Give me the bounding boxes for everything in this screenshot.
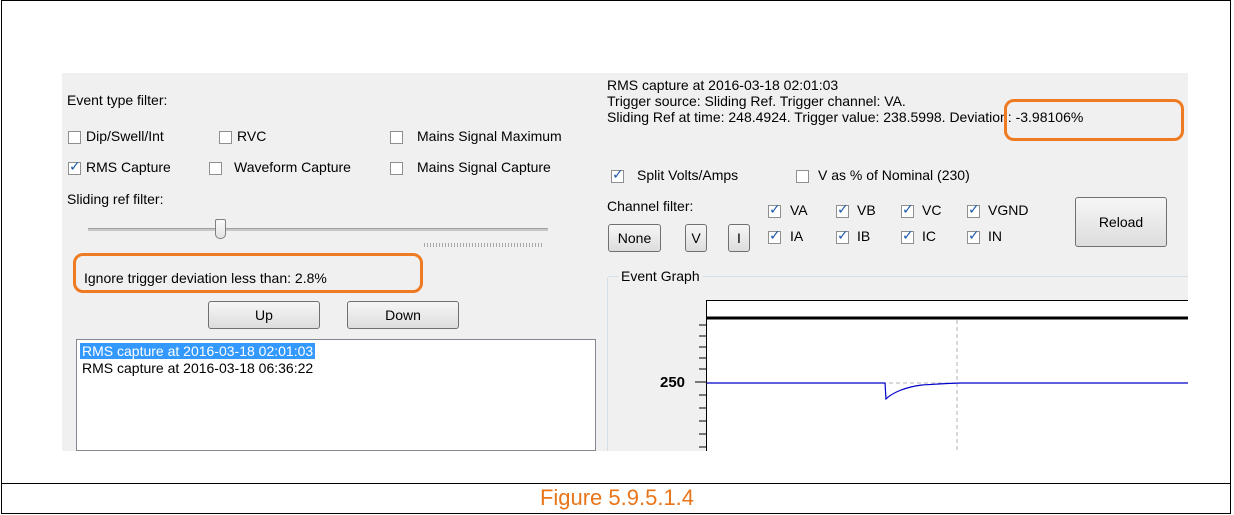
split-volts-amps-label: Split Volts/Amps	[637, 167, 739, 183]
deviation-highlight	[1004, 99, 1184, 141]
down-button[interactable]: Down	[347, 301, 459, 329]
v-button[interactable]: V	[685, 224, 707, 252]
frame-divider	[1, 483, 1231, 484]
channel-vb-label: VB	[857, 202, 876, 218]
event-graph-canvas	[707, 316, 1188, 451]
channel-filter-label: Channel filter:	[607, 198, 694, 214]
v-percent-nominal-checkbox[interactable]	[796, 170, 809, 183]
sliding-ref-filter-label: Sliding ref filter:	[67, 191, 164, 207]
rvc-checkbox[interactable]	[219, 131, 232, 144]
waveform-capture-checkbox[interactable]	[209, 162, 222, 175]
channel-ia-label: IA	[790, 228, 804, 244]
dip-swell-int-label: Dip/Swell/Int	[86, 128, 164, 144]
figure-caption: Figure 5.9.5.1.4	[539, 485, 695, 510]
sliding-ref-slider-track[interactable]	[88, 228, 548, 231]
channel-va-checkbox[interactable]	[768, 202, 781, 218]
channel-vgnd-label: VGND	[988, 202, 1029, 218]
y-axis-ticks	[695, 324, 706, 448]
ignore-deviation-highlight	[73, 253, 423, 293]
none-button[interactable]: None	[608, 224, 661, 252]
channel-in-checkbox[interactable]	[967, 228, 980, 244]
channel-ic-checkbox[interactable]	[901, 228, 914, 244]
capture-info-line-2: Trigger source: Sliding Ref. Trigger cha…	[607, 93, 906, 109]
slider-ticks	[424, 243, 542, 247]
y-tick-label-250: 250	[660, 374, 686, 391]
rms-capture-label: RMS Capture	[86, 159, 171, 175]
channel-in-label: IN	[988, 228, 1002, 244]
waveform-capture-label: Waveform Capture	[234, 159, 351, 175]
rvc-label: RVC	[237, 128, 267, 144]
mains-signal-maximum-label: Mains Signal Maximum	[417, 128, 562, 144]
channel-vc-checkbox[interactable]	[901, 202, 914, 218]
mains-signal-capture-checkbox[interactable]	[390, 162, 403, 175]
reload-button[interactable]: Reload	[1075, 197, 1167, 247]
capture-info-line-1: RMS capture at 2016-03-18 02:01:03	[607, 77, 839, 93]
event-graph[interactable]	[706, 300, 1188, 451]
event-list[interactable]: RMS capture at 2016-03-18 02:01:03 RMS c…	[76, 339, 596, 451]
channel-vgnd-checkbox[interactable]	[967, 202, 980, 218]
channel-va-label: VA	[790, 202, 808, 218]
sliding-ref-slider-thumb[interactable]	[215, 219, 226, 239]
mains-signal-capture-label: Mains Signal Capture	[417, 159, 551, 175]
channel-ib-checkbox[interactable]	[836, 228, 849, 244]
rms-capture-checkbox[interactable]	[68, 159, 81, 175]
channel-ia-checkbox[interactable]	[768, 228, 781, 244]
event-type-filter-label: Event type filter:	[67, 92, 168, 108]
event-list-item-selected[interactable]: RMS capture at 2016-03-18 02:01:03	[80, 343, 316, 359]
event-graph-label: Event Graph	[618, 268, 703, 284]
channel-vb-checkbox[interactable]	[836, 202, 849, 218]
split-volts-amps-checkbox[interactable]	[611, 167, 624, 183]
up-button[interactable]: Up	[208, 301, 320, 329]
event-list-item[interactable]: RMS capture at 2016-03-18 06:36:22	[80, 360, 315, 376]
v-percent-nominal-label: V as % of Nominal (230)	[818, 167, 970, 183]
channel-ib-label: IB	[857, 228, 871, 244]
dip-swell-int-checkbox[interactable]	[68, 131, 81, 144]
graph-va-trace	[707, 382, 1188, 401]
i-button[interactable]: I	[728, 224, 750, 252]
mains-signal-maximum-checkbox[interactable]	[390, 131, 403, 144]
channel-ic-label: IC	[922, 228, 936, 244]
screenshot-panel: Event type filter: Dip/Swell/Int RVC Mai…	[62, 73, 1188, 451]
channel-vc-label: VC	[922, 202, 942, 218]
